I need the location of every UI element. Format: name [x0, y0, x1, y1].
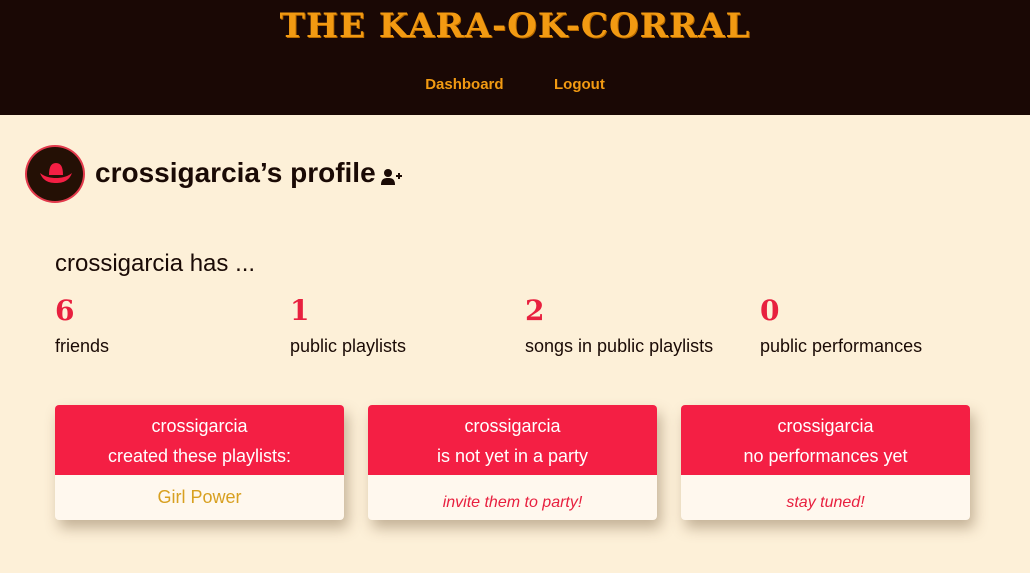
stat-label: songs in public playlists: [525, 336, 714, 356]
card-subtitle: no performances yet: [743, 446, 908, 466]
stat-label: friends: [55, 336, 110, 356]
main-nav: Dashboard Logout: [0, 76, 1030, 94]
top-bar: THE KARA-OK-CORRAL Dashboard Logout: [0, 0, 1030, 115]
party-card: crossigarcia is not yet in a party invit…: [368, 405, 657, 520]
stat-songs: 2 songs in public playlists: [525, 295, 745, 357]
card-username: crossigarcia: [151, 416, 248, 436]
stat-value: 2: [525, 294, 545, 327]
nav-dashboard-link[interactable]: Dashboard: [425, 76, 503, 93]
stat-label: public playlists: [290, 336, 407, 356]
playlist-link[interactable]: Girl Power: [55, 475, 344, 508]
stat-value: 1: [290, 294, 310, 327]
performances-card: crossigarcia no performances yet stay tu…: [681, 405, 970, 520]
card-header: crossigarcia no performances yet: [681, 405, 970, 475]
stat-value: 0: [760, 294, 780, 327]
stat-label: public performances: [760, 336, 923, 356]
stat-friends: 6 friends: [55, 295, 275, 357]
card-username: crossigarcia: [777, 416, 874, 436]
stat-public-playlists: 1 public playlists: [290, 295, 510, 357]
nav-logout-link[interactable]: Logout: [554, 76, 605, 93]
card-subtitle: is not yet in a party: [436, 446, 589, 466]
site-title[interactable]: THE KARA-OK-CORRAL: [0, 6, 1030, 46]
stay-tuned-text: stay tuned!: [786, 494, 865, 511]
add-friend-icon[interactable]: [380, 167, 402, 187]
page-title: crossigarcia’s profile: [95, 157, 376, 188]
invite-to-party-link[interactable]: invite them to party!: [368, 475, 657, 512]
stats-intro: crossigarcia has ...: [55, 250, 256, 277]
avatar: [25, 145, 85, 203]
stat-performances: 0 public performances: [760, 295, 980, 357]
card-subtitle: created these playlists:: [107, 446, 292, 466]
stat-value: 6: [55, 294, 75, 327]
card-header: crossigarcia created these playlists:: [55, 405, 344, 475]
card-username: crossigarcia: [464, 416, 561, 436]
playlists-card: crossigarcia created these playlists: Gi…: [55, 405, 344, 520]
card-header: crossigarcia is not yet in a party: [368, 405, 657, 475]
cowboy-hat-icon: [40, 163, 72, 183]
